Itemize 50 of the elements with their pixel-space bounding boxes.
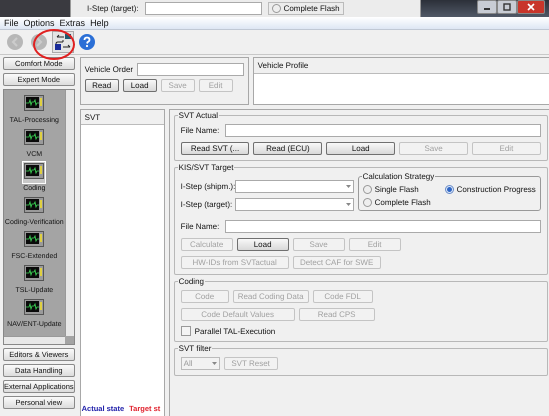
help-icon[interactable] (78, 33, 96, 51)
monitor-icon (24, 197, 44, 213)
field-label: I-Step (target): (87, 4, 139, 13)
button[interactable]: Read SVT (... (180, 142, 250, 155)
monitor-icon (24, 265, 44, 281)
monitor-icon (24, 95, 44, 111)
group-title: KIS/SVT Target (178, 163, 234, 172)
radio-option[interactable]: Complete Flash (362, 198, 431, 207)
group-title: SVT filter (178, 344, 212, 353)
group-title: Coding (178, 277, 205, 286)
monitor-icon (24, 299, 44, 315)
button[interactable]: Read (ECU) (253, 142, 322, 155)
field-label: I-Step (target): (180, 200, 231, 209)
panel-title: Vehicle Profile (254, 58, 549, 74)
dropdown-field[interactable] (144, 2, 262, 15)
dropdown-arrow-icon (212, 362, 217, 365)
radio-option[interactable]: Single Flash (362, 185, 431, 194)
dropdown-field[interactable] (234, 198, 354, 211)
button[interactable]: Load (236, 238, 289, 251)
close-icon[interactable] (527, 3, 535, 11)
file-name-field[interactable] (224, 220, 541, 233)
monitor-icon (24, 231, 44, 247)
button[interactable]: Load (326, 142, 396, 155)
radio-option[interactable]: Complete Flash (268, 2, 344, 15)
field-label: File Name: (180, 222, 220, 231)
monitor-icon (24, 163, 44, 179)
panel-title: SVT (80, 110, 164, 125)
horizontal-scrollbar[interactable] (4, 336, 65, 344)
dropdown-arrow-icon (346, 203, 351, 206)
dropdown-value: All (184, 359, 193, 368)
maximize-icon[interactable] (503, 3, 511, 11)
dropdown-field[interactable] (234, 180, 354, 193)
file-name-field[interactable] (224, 124, 541, 137)
flow-icon[interactable] (54, 33, 72, 51)
field-label: File Name: (180, 126, 220, 135)
vehicle-order-field[interactable] (137, 63, 244, 76)
checkbox-option[interactable]: Parallel TAL-Execution (180, 326, 276, 336)
group-title: Calculation Strategy (362, 172, 436, 181)
dropdown-arrow-icon (346, 185, 351, 188)
button[interactable]: Load (122, 79, 157, 92)
menu-item[interactable]: Help (90, 18, 109, 28)
button[interactable]: Read (84, 79, 119, 92)
monitor-icon (24, 129, 44, 145)
menu-item[interactable]: Options (24, 18, 55, 28)
menu-item[interactable]: Extras (60, 18, 86, 28)
radio-option[interactable]: Construction Progress (444, 185, 536, 194)
menu-item[interactable]: File (4, 18, 19, 28)
group-title: SVT Actual (178, 111, 220, 120)
field-label: Vehicle Order (84, 65, 134, 74)
vertical-scrollbar[interactable] (64, 90, 74, 336)
